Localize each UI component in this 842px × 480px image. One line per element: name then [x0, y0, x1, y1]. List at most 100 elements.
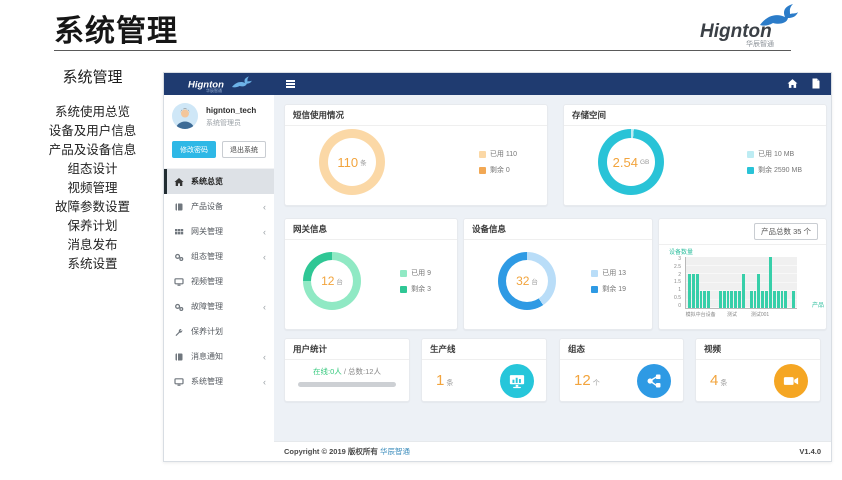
chevron-left-icon: ‹: [263, 227, 266, 237]
sidebar: Hignton 华辰智通 hignton_tech 系统管理员 修改密: [164, 73, 275, 461]
company-link[interactable]: 华辰智通: [380, 447, 410, 456]
stat-unit: 条: [720, 380, 727, 387]
sidebar-item-system[interactable]: 系统管理 ‹: [164, 369, 274, 394]
sidebar-item-overview[interactable]: 系统总览: [164, 169, 274, 194]
doc-nav-item[interactable]: 产品及设备信息: [5, 141, 180, 160]
doc-nav-item[interactable]: 设备及用户信息: [5, 122, 180, 141]
legend-item[interactable]: 剩余 19: [591, 284, 626, 294]
donut-unit: GB: [640, 159, 649, 166]
donut-value: 110: [337, 155, 358, 170]
user-role: 系统管理员: [206, 118, 241, 128]
page: 系统管理 Hignton 华辰智通 系统管理 系统使用总览 设备及用户信息 产品…: [0, 0, 842, 480]
stat-unit: 条: [446, 380, 453, 387]
bar-chart: 设备数量 32.521.510.50 模拟中台设备测试测试001 产品: [659, 245, 826, 327]
doc-nav-item[interactable]: 组态设计: [5, 160, 180, 179]
card-title: 设备信息: [472, 223, 506, 235]
legend-item[interactable]: 已用 10 MB: [747, 149, 802, 159]
brand-subtitle: 华辰智通: [746, 39, 774, 48]
monitor-icon: [174, 277, 186, 287]
donut-unit: 台: [336, 276, 343, 286]
chevron-left-icon: ‹: [263, 377, 266, 387]
donut-value: 32: [516, 274, 529, 288]
sidebar-menu: 系统总览 产品设备 ‹ 网关管理 ‹: [164, 168, 274, 394]
share-nodes-icon: [637, 364, 671, 398]
stat-value: 4: [710, 372, 718, 389]
doc-nav-item[interactable]: 系统使用总览: [5, 103, 180, 122]
card-title: 网关信息: [293, 223, 327, 235]
monitor-chart-icon: [500, 364, 534, 398]
sidebar-item-message[interactable]: 消息通知 ‹: [164, 344, 274, 369]
avatar[interactable]: [172, 103, 198, 129]
stat-value: 1: [436, 372, 444, 389]
donut-unit: 条: [360, 157, 367, 167]
version-label: V1.4.0: [799, 447, 821, 456]
username: hignton_tech: [206, 106, 256, 115]
sidebar-item-scada[interactable]: 组态管理 ‹: [164, 244, 274, 269]
total-count: / 总数:12人: [344, 367, 381, 376]
legend: 已用 9 剩余 3: [400, 268, 431, 294]
device-donut-chart: 32台: [498, 252, 556, 310]
product-total-button[interactable]: 产品总数 35 个: [754, 223, 818, 240]
storage-donut-chart: 2.54GB: [598, 129, 664, 195]
stat-value: 12: [574, 372, 591, 389]
card-storage: 存储空间 2.54GB 已用 10 MB 剩余 2590 MB: [563, 104, 827, 206]
sidebar-item-maintenance[interactable]: 保养计划: [164, 319, 274, 344]
legend-item[interactable]: 剩余 0: [479, 165, 517, 175]
legend-item[interactable]: 已用 13: [591, 268, 626, 278]
sidebar-logo[interactable]: Hignton 华辰智通: [164, 73, 274, 95]
title-divider: [54, 50, 791, 51]
hamburger-icon[interactable]: [286, 80, 295, 88]
card-title: 用户统计: [293, 343, 327, 355]
card-title: 短信使用情况: [293, 109, 344, 121]
book-icon: [174, 352, 186, 362]
file-icon[interactable]: [811, 78, 821, 89]
gears-icon: [174, 302, 186, 312]
y-axis-label: 设备数量: [669, 247, 693, 256]
donut-value: 12: [321, 274, 334, 288]
legend-item[interactable]: 剩余 3: [400, 284, 431, 294]
stat-unit: 个: [593, 380, 600, 387]
logout-button[interactable]: 退出系统: [222, 141, 266, 158]
user-panel: hignton_tech 系统管理员: [164, 103, 274, 137]
bar-plot: [685, 257, 797, 309]
doc-nav-item[interactable]: 视频管理: [5, 179, 180, 198]
legend-item[interactable]: 已用 9: [400, 268, 431, 278]
sidebar-item-fault[interactable]: 故障管理 ‹: [164, 294, 274, 319]
brand-name: Hignton: [700, 21, 772, 42]
card-sms-usage: 短信使用情况 110条 已用 110 剩余 0: [284, 104, 548, 206]
doc-nav-item[interactable]: 系统设置: [5, 255, 180, 274]
sidebar-item-video[interactable]: 视频管理: [164, 269, 274, 294]
copyright-text: Copyright © 2019 版权所有: [284, 447, 378, 456]
legend: 已用 13 剩余 19: [591, 268, 626, 294]
card-devices: 设备信息 32台 已用 13 剩余 19: [463, 218, 653, 330]
doc-nav-item[interactable]: 消息发布: [5, 236, 180, 255]
chevron-left-icon: ‹: [263, 202, 266, 212]
card-scada-count: 组态 12个: [559, 338, 684, 402]
legend-item[interactable]: 剩余 2590 MB: [747, 165, 802, 175]
legend-item[interactable]: 已用 110: [479, 149, 517, 159]
brand-subtitle: 华辰智通: [206, 87, 222, 93]
card-production-line: 生产线 1条: [421, 338, 547, 402]
change-password-button[interactable]: 修改密码: [172, 141, 216, 158]
doc-nav-heading[interactable]: 系统管理: [5, 66, 180, 87]
card-title: 组态: [568, 343, 585, 355]
grid-icon: [174, 227, 186, 237]
donut-value: 2.54: [613, 155, 638, 170]
sidebar-item-gateway[interactable]: 网关管理 ‹: [164, 219, 274, 244]
online-progress-bar: [298, 382, 396, 387]
chevron-left-icon: ‹: [263, 352, 266, 362]
bar-xticks: 模拟中台设备测试测试001: [685, 311, 797, 321]
bar-yticks: 32.521.510.50: [661, 257, 681, 309]
doc-nav-item[interactable]: 保养计划: [5, 217, 180, 236]
x-axis-label: 产品: [812, 300, 824, 309]
card-gateway: 网关信息 12台 已用 9 剩余 3: [284, 218, 458, 330]
antelope-icon: [232, 77, 252, 88]
card-title: 视频: [704, 343, 721, 355]
sidebar-item-products[interactable]: 产品设备 ‹: [164, 194, 274, 219]
legend: 已用 10 MB 剩余 2590 MB: [747, 149, 802, 175]
online-count: 在线:0人: [313, 367, 342, 376]
home-icon[interactable]: [787, 78, 798, 89]
doc-nav-item[interactable]: 故障参数设置: [5, 198, 180, 217]
chevron-left-icon: ‹: [263, 302, 266, 312]
book-icon: [174, 202, 186, 212]
